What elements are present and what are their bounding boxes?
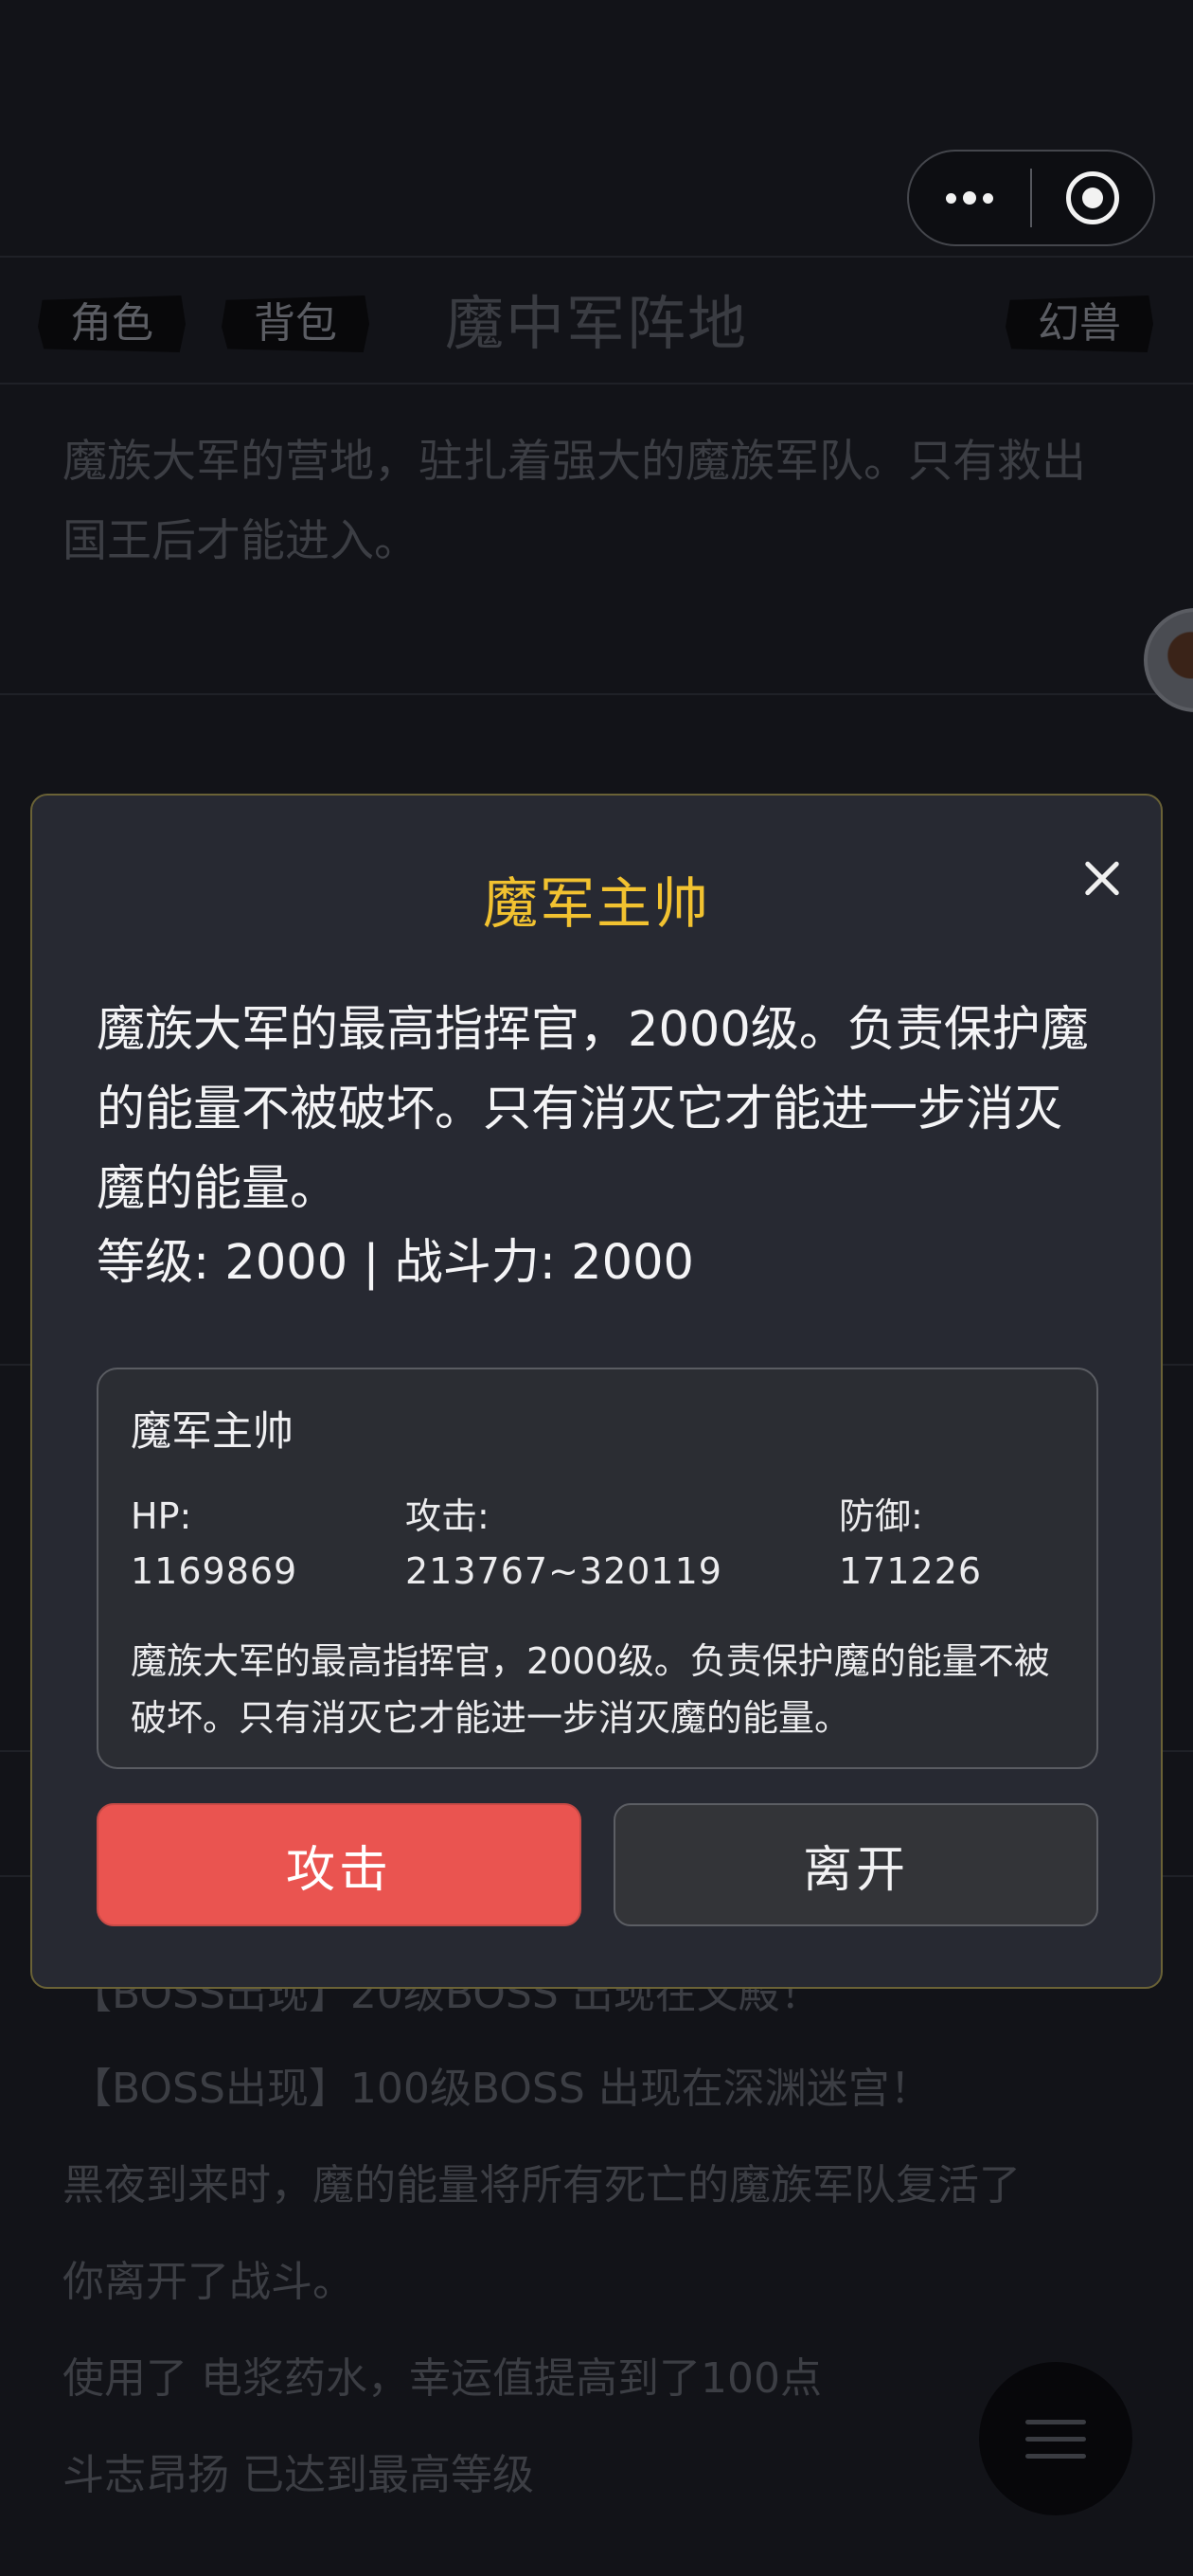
modal-title: 魔军主帅 <box>482 871 710 936</box>
card-boss-name: 魔军主帅 <box>131 1408 294 1456</box>
boss-info-modal: 魔军主帅 魔族大军的最高指挥官，2000级。负责保护魔的能量不被破坏。只有消灭它… <box>30 794 1163 1989</box>
stat-hp: HP: 1169869 <box>131 1489 297 1599</box>
stat-defense: 防御: 171226 <box>839 1489 982 1599</box>
boss-stat-card: 魔军主帅 HP: 1169869 攻击: 213767~320119 防御: 1… <box>97 1368 1098 1769</box>
attack-value: 213767~320119 <box>405 1550 722 1592</box>
hp-label: HP: <box>131 1495 192 1537</box>
hp-value: 1169869 <box>131 1550 298 1592</box>
stat-attack: 攻击: 213767~320119 <box>405 1489 722 1599</box>
card-description: 魔族大军的最高指挥官，2000级。负责保护魔的能量不被破坏。只有消灭它才能进一步… <box>131 1640 1050 1739</box>
close-icon[interactable] <box>1074 850 1131 907</box>
boss-description: 魔族大军的最高指挥官，2000级。负责保护魔的能量不被破坏。只有消灭它才能进一步… <box>97 1002 1089 1217</box>
attack-label: 攻击: <box>405 1495 490 1537</box>
defense-label: 防御: <box>839 1495 923 1537</box>
boss-level-power: 等级: 2000 | 战斗力: 2000 <box>97 1235 694 1291</box>
leave-button[interactable]: 离开 <box>614 1803 1098 1926</box>
attack-button[interactable]: 攻击 <box>97 1803 581 1926</box>
defense-value: 171226 <box>839 1550 983 1592</box>
